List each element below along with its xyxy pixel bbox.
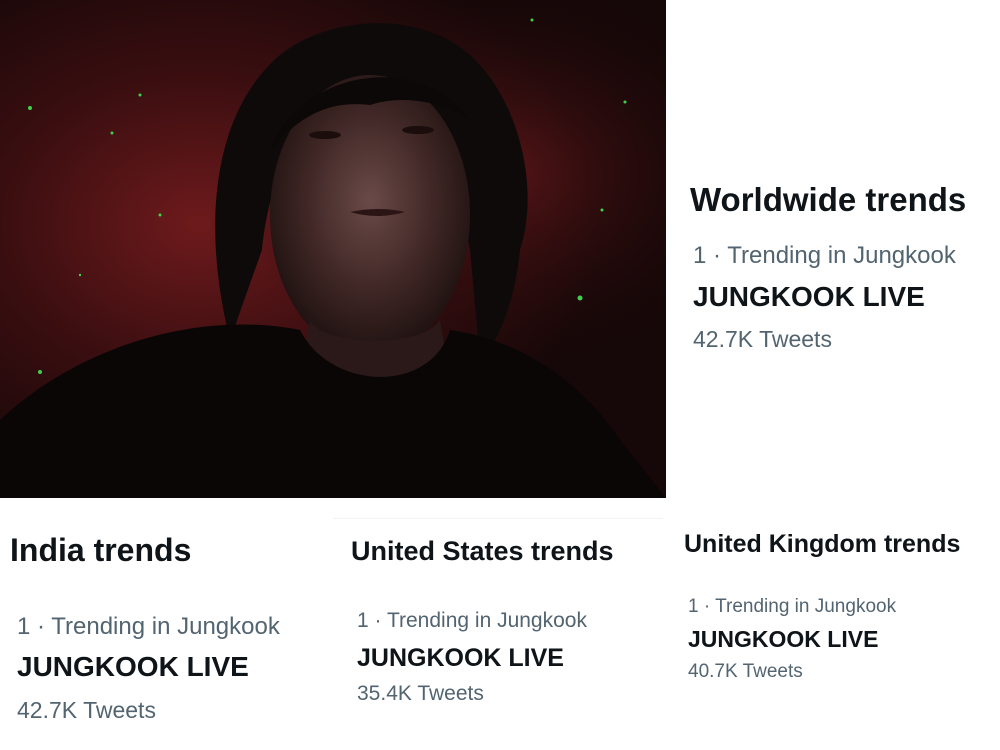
tweet-count: 40.7K Tweets bbox=[688, 661, 803, 682]
india-trends-panel: India trends 1 · Trending in Jungkook JU… bbox=[0, 498, 333, 750]
live-video-frame bbox=[0, 0, 666, 498]
trend-meta: 1 · Trending in Jungkook bbox=[17, 613, 280, 640]
tweet-count: 35.4K Tweets bbox=[357, 682, 484, 705]
tweet-count: 42.7K Tweets bbox=[693, 326, 832, 352]
trend-meta: 1 · Trending in Jungkook bbox=[693, 242, 956, 269]
panel-title: United States trends bbox=[351, 536, 614, 566]
person-video-icon bbox=[0, 0, 666, 498]
panel-title: India trends bbox=[10, 532, 192, 568]
trend-name-link[interactable]: JUNGKOOK LIVE bbox=[693, 281, 925, 313]
united-kingdom-trends-panel: United Kingdom trends 1 · Trending in Ju… bbox=[663, 498, 1000, 750]
panel-title: United Kingdom trends bbox=[684, 530, 961, 558]
united-states-trends-panel: United States trends 1 · Trending in Jun… bbox=[333, 498, 663, 750]
trend-name-link[interactable]: JUNGKOOK LIVE bbox=[688, 626, 878, 653]
trend-name-link[interactable]: JUNGKOOK LIVE bbox=[357, 644, 564, 673]
panel-title: Worldwide trends bbox=[690, 181, 967, 218]
trend-meta: 1 · Trending in Jungkook bbox=[357, 609, 587, 632]
trend-name-link[interactable]: JUNGKOOK LIVE bbox=[17, 651, 249, 683]
divider bbox=[333, 518, 663, 519]
tweet-count: 42.7K Tweets bbox=[17, 697, 156, 723]
trend-meta: 1 · Trending in Jungkook bbox=[688, 596, 897, 617]
worldwide-trends-panel: Worldwide trends 1 · Trending in Jungkoo… bbox=[666, 0, 1000, 498]
